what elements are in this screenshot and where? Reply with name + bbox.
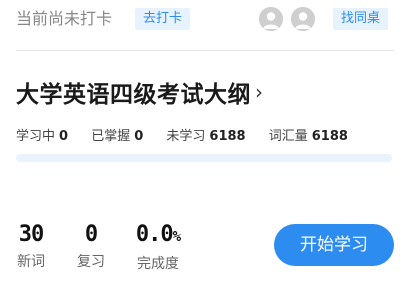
checkin-status-text: 当前尚未打卡	[16, 9, 113, 28]
book-title-link[interactable]: 大学英语四级考试大纲 ›	[16, 76, 263, 108]
stat-unlearned: 未学习 6188	[166, 129, 246, 144]
start-learning-button[interactable]: 开始学习	[274, 224, 394, 266]
new-words-stat: 30 新词	[16, 222, 46, 272]
deskmate-avatar-icon[interactable]	[259, 7, 283, 31]
checkin-bar: 当前尚未打卡 去打卡 找同桌	[0, 0, 410, 42]
new-words-label: 新词	[17, 254, 45, 270]
new-words-count: 30	[18, 222, 45, 247]
review-stat: 0 复习	[76, 222, 106, 272]
word-stats: 学习中 0 已掌握 0 未学习 6188 词汇量 6188	[16, 125, 367, 144]
find-deskmate-button[interactable]: 找同桌	[333, 8, 389, 30]
chevron-right-icon: ›	[255, 80, 263, 104]
stat-mastered: 已掌握 0	[91, 129, 144, 144]
review-count: 0	[84, 222, 98, 247]
completion-label: 完成度	[137, 256, 179, 272]
divider	[16, 50, 394, 51]
stat-vocabulary: 词汇量 6188	[268, 129, 348, 144]
review-label: 复习	[77, 254, 105, 270]
completion-stat: 0.0% 完成度	[134, 222, 182, 274]
deskmate-avatar-icon[interactable]	[291, 7, 315, 31]
go-checkin-button[interactable]: 去打卡	[135, 8, 191, 30]
stat-learning: 学习中 0	[16, 129, 69, 144]
book-title: 大学英语四级考试大纲	[16, 82, 251, 108]
progress-bar	[16, 154, 392, 162]
completion-value: 0.0%	[135, 222, 181, 247]
